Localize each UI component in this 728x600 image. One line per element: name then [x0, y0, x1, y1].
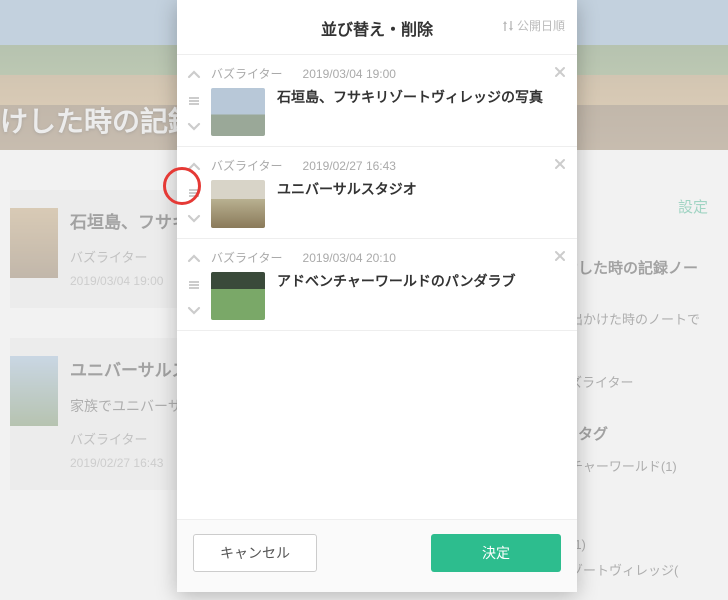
- sortable-item: バズライター 2019/03/04 20:10 アドベンチャーワールドのパンダラ…: [177, 239, 577, 331]
- item-title: ユニバーサルスタジオ: [277, 180, 417, 200]
- item-thumbnail: [211, 180, 265, 228]
- ok-button[interactable]: 決定: [431, 534, 561, 572]
- sort-icon: [502, 20, 514, 32]
- move-up-button[interactable]: [184, 157, 204, 175]
- delete-item-button[interactable]: [551, 155, 569, 173]
- move-down-button[interactable]: [184, 302, 204, 320]
- item-title: アドベンチャーワールドのパンダラブ: [277, 272, 516, 292]
- move-up-button[interactable]: [184, 249, 204, 267]
- move-up-button[interactable]: [184, 65, 204, 83]
- drag-handle-icon[interactable]: [184, 184, 204, 202]
- item-author: バズライター: [211, 251, 283, 265]
- modal-title: 並び替え・削除: [321, 22, 433, 39]
- item-author: バズライター: [211, 67, 283, 81]
- item-date: 2019/03/04 20:10: [303, 251, 396, 265]
- sort-order-button[interactable]: 公開日順: [502, 17, 565, 34]
- item-thumbnail: [211, 88, 265, 136]
- modal-footer: キャンセル 決定: [177, 519, 577, 592]
- sortable-item: バズライター 2019/03/04 19:00 石垣島、フサキリゾートヴィレッジ…: [177, 55, 577, 147]
- modal-body: バズライター 2019/03/04 19:00 石垣島、フサキリゾートヴィレッジ…: [177, 55, 577, 519]
- drag-handle-icon[interactable]: [184, 276, 204, 294]
- modal-header: 並び替え・削除 公開日順: [177, 0, 577, 55]
- delete-item-button[interactable]: [551, 63, 569, 81]
- move-down-button[interactable]: [184, 210, 204, 228]
- item-date: 2019/03/04 19:00: [303, 67, 396, 81]
- item-title: 石垣島、フサキリゾートヴィレッジの写真: [277, 88, 543, 108]
- delete-item-button[interactable]: [551, 247, 569, 265]
- drag-handle-icon[interactable]: [184, 92, 204, 110]
- sort-delete-modal: 並び替え・削除 公開日順 バズライター 2019/03/04 19:00 石垣島…: [177, 0, 577, 592]
- sortable-item: バズライター 2019/02/27 16:43 ユニバーサルスタジオ: [177, 147, 577, 239]
- item-author: バズライター: [211, 159, 283, 173]
- item-date: 2019/02/27 16:43: [303, 159, 396, 173]
- move-down-button[interactable]: [184, 118, 204, 136]
- cancel-button[interactable]: キャンセル: [193, 534, 317, 572]
- item-thumbnail: [211, 272, 265, 320]
